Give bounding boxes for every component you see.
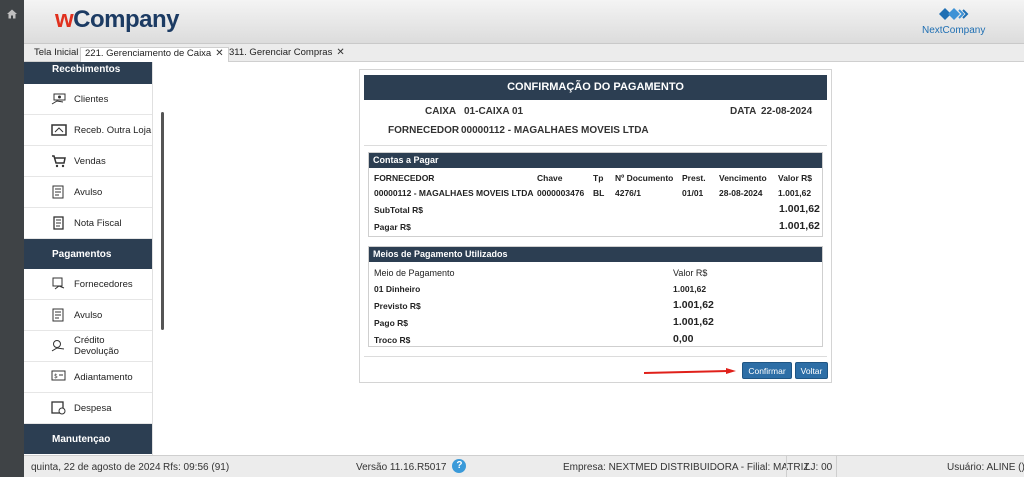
cash-hand-icon [51, 93, 66, 105]
invoice-icon [53, 216, 64, 230]
caixa-label: CAIXA [425, 106, 457, 117]
data-value: 22-08-2024 [761, 106, 813, 117]
meios-pagamento-title: Meios de Pagamento Utilizados [369, 247, 822, 262]
col-prestacao: Prest. [682, 173, 706, 183]
app-window: wCompany NextCompany Tela Inicial 221. G… [0, 0, 1024, 477]
sidebar-item-avulso[interactable]: Avulso [24, 177, 152, 208]
sidebar: Recebimentos Clientes Receb. Outra Loja … [24, 62, 153, 455]
row-prestacao: 01/01 [682, 188, 704, 198]
app-header: wCompany NextCompany [24, 0, 1024, 44]
troco-value: 0,00 [673, 333, 694, 345]
meios-pagamento-panel: Meios de Pagamento Utilizados Meio de Pa… [368, 246, 823, 347]
svg-text:$: $ [54, 373, 58, 380]
fornecedor-label: FORNECEDOR [388, 125, 460, 136]
meio-dinheiro-label: 01 Dinheiro [374, 284, 421, 294]
divider [364, 356, 827, 357]
expense-icon [51, 401, 66, 415]
col-meio-pagamento: Meio de Pagamento [374, 268, 455, 278]
voltar-button[interactable]: Voltar [795, 362, 828, 379]
col-valor-meio: Valor R$ [673, 268, 708, 278]
row-fornecedor: 00000112 - MAGALHAES MOVEIS LTDA [374, 188, 534, 198]
store-money-icon [51, 124, 67, 136]
register-icon [52, 185, 64, 199]
help-icon[interactable]: ? [452, 459, 467, 473]
status-version: Versão 11.16.R5017? [356, 459, 467, 473]
col-valor: Valor R$ [778, 173, 813, 183]
sidebar-item-avulso-pagamento[interactable]: Avulso [24, 300, 152, 331]
caixa-value: 01-CAIXA 01 [464, 106, 524, 117]
row-tp: BL [593, 188, 605, 198]
tab-gerenciamento-caixa[interactable]: 221. Gerenciamento de Caixa ✕ [80, 47, 229, 62]
nextcompany-logo: NextCompany [922, 4, 986, 38]
cart-icon [52, 155, 66, 168]
meio-dinheiro-value: 1.001,62 [673, 284, 707, 294]
col-numero-documento: Nº Documento [615, 173, 674, 183]
tab-bar: Tela Inicial 221. Gerenciamento de Caixa… [24, 44, 1024, 62]
close-icon[interactable]: ✕ [215, 48, 223, 59]
pago-label: Pago R$ [374, 318, 409, 328]
status-rfs: Rfs: 09:56 (91) [163, 462, 230, 473]
previsto-value: 1.001,62 [673, 299, 714, 311]
red-arrow-annotation [644, 368, 736, 374]
col-chave: Chave [537, 173, 563, 183]
nextcompany-label: NextCompany [922, 25, 986, 36]
row-chave: 0000003476 [537, 188, 585, 198]
troco-label: Troco R$ [374, 335, 411, 345]
sidebar-item-fornecedores[interactable]: Fornecedores [24, 269, 152, 300]
sidebar-item-vendas[interactable]: Vendas [24, 146, 152, 177]
sidebar-item-nota-fiscal[interactable]: Nota Fiscal [24, 208, 152, 239]
col-tp: Tp [593, 173, 604, 183]
sidebar-item-credito-devolucao[interactable]: Crédito Devolução [24, 331, 152, 362]
close-icon[interactable]: ✕ [336, 47, 344, 58]
status-lj: LJ: 00 [805, 462, 833, 473]
sidebar-scrollbar[interactable] [161, 112, 164, 330]
status-bar: quinta, 22 de agosto de 2024 Rfs: 09:56 … [24, 455, 1024, 477]
left-rail [0, 0, 24, 477]
col-vencimento: Vencimento [719, 173, 767, 183]
sidebar-section-manutencao[interactable]: Manutençao [24, 424, 152, 454]
sidebar-section-recebimentos[interactable]: Recebimentos [24, 62, 152, 84]
divider [786, 456, 787, 477]
supplier-icon [52, 277, 65, 290]
advance-payment-icon: $ [51, 370, 66, 381]
data-label: DATA [730, 106, 757, 117]
sidebar-item-despesa[interactable]: Despesa [24, 393, 152, 424]
divider [836, 456, 837, 477]
company-logo: wCompany [55, 6, 180, 33]
tab-gerenciar-compras[interactable]: 311. Gerenciar Compras ✕ [225, 47, 349, 62]
payment-confirmation-dialog: CONFIRMAÇÃO DO PAGAMENTO CAIXA 01-CAIXA … [359, 69, 832, 383]
status-empresa: Empresa: NEXTMED DISTRIBUIDORA - Filial:… [563, 462, 810, 473]
pago-value: 1.001,62 [673, 316, 714, 328]
register-icon [52, 308, 64, 322]
subtotal-label: SubTotal R$ [374, 205, 423, 215]
subtotal-value: 1.001,62 [779, 203, 820, 215]
tab-tela-inicial[interactable]: Tela Inicial [30, 47, 82, 62]
row-valor: 1.001,62 [778, 188, 812, 198]
previsto-label: Previsto R$ [374, 301, 421, 311]
home-icon[interactable] [6, 8, 18, 20]
pagar-label: Pagar R$ [374, 222, 411, 232]
col-fornecedor: FORNECEDOR [374, 173, 435, 183]
sidebar-item-receb-outra-loja[interactable]: Receb. Outra Loja [24, 115, 152, 146]
refund-icon [51, 340, 65, 352]
fornecedor-value: 00000112 - MAGALHAES MOVEIS LTDA [461, 125, 649, 136]
contas-a-pagar-panel: Contas a Pagar FORNECEDOR Chave Tp Nº Do… [368, 152, 823, 237]
contas-a-pagar-title: Contas a Pagar [369, 153, 822, 168]
status-date: quinta, 22 de agosto de 2024 [31, 462, 161, 473]
status-usuario: Usuário: ALINE () [947, 462, 1024, 473]
pagar-value: 1.001,62 [779, 220, 820, 232]
sidebar-section-pagamentos[interactable]: Pagamentos [24, 239, 152, 269]
row-vencimento: 28-08-2024 [719, 188, 763, 198]
divider [364, 145, 827, 146]
sidebar-item-clientes[interactable]: Clientes [24, 84, 152, 115]
confirmar-button[interactable]: Confirmar [742, 362, 792, 379]
sidebar-item-adiantamento[interactable]: $ Adiantamento [24, 362, 152, 393]
nextcompany-diamond-icon [939, 8, 969, 20]
row-numero-documento: 4276/1 [615, 188, 641, 198]
dialog-title: CONFIRMAÇÃO DO PAGAMENTO [364, 75, 827, 100]
